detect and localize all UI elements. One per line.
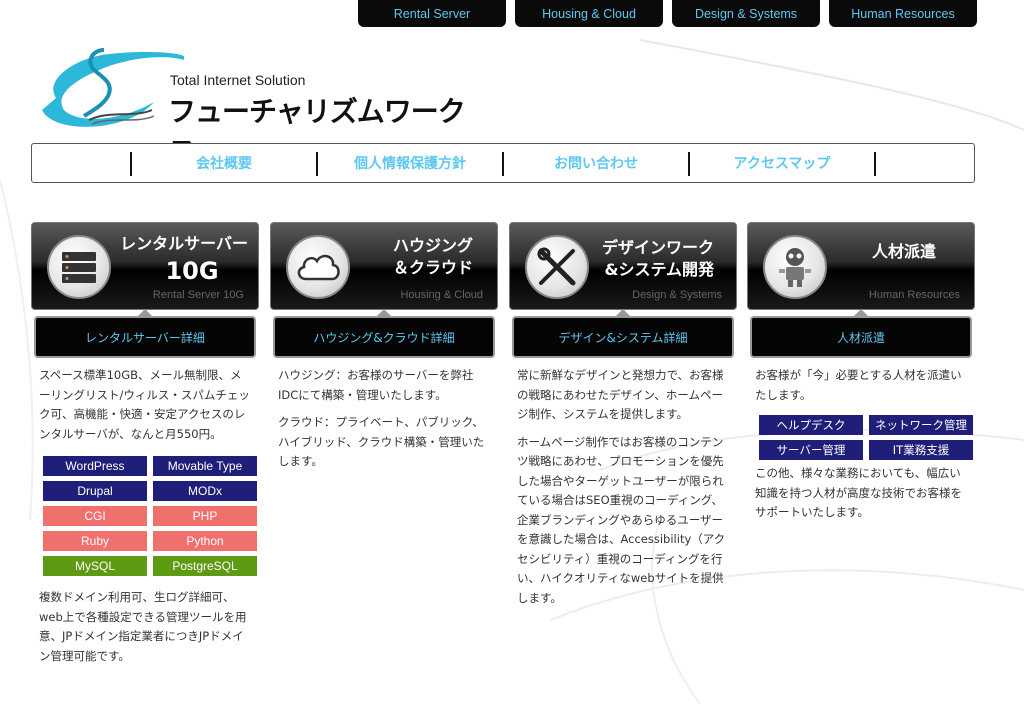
tag-movable-type: Movable Type [153, 456, 257, 476]
nav-access-map[interactable]: アクセスマップ [690, 144, 874, 182]
service-design-systems: デザインワーク &システム開発 Design & Systems デザイン&シス… [509, 222, 737, 608]
description-text: ホームページ制作ではお客様のコンテンツ戦略にあわせ、プロモーションを優先した場合… [517, 434, 726, 605]
tag-wordpress: WordPress [43, 456, 147, 476]
tag-network-management: ネットワーク管理 [869, 415, 973, 435]
description-text: スペース標準10GB、メール無制限、メーリングリスト/ウィルス・スパムチェック可… [39, 368, 250, 441]
rental-server-description: スペース標準10GB、メール無制限、メーリングリスト/ウィルス・スパムチェック可… [31, 366, 259, 444]
tag-python: Python [153, 531, 257, 551]
banner-rental-server[interactable]: レンタルサーバー 10G Rental Server 10G [31, 222, 259, 310]
description-text: 常に新鮮なデザインと発想力で、お客様の戦略にあわせたデザイン、ホームページ制作、… [517, 368, 724, 421]
tag-modx: MODx [153, 481, 257, 501]
rental-server-detail-button[interactable]: レンタルサーバー詳細 [34, 309, 256, 358]
nav-privacy-policy[interactable]: 個人情報保護方針 [318, 144, 502, 182]
banner-title-10g: 10G [165, 257, 219, 285]
description-text: お客様が「今」必要とする人材を派遣いたします。 [755, 368, 962, 402]
nav-company-profile[interactable]: 会社概要 [132, 144, 316, 182]
design-systems-description: 常に新鮮なデザインと発想力で、お客様の戦略にあわせたデザイン、ホームページ制作、… [509, 366, 737, 608]
banner-subtitle: Design & Systems [632, 289, 722, 301]
nav-contact[interactable]: お問い合わせ [504, 144, 688, 182]
service-area-tags: ヘルプデスク ネットワーク管理 サーバー管理 IT業務支援 [747, 415, 975, 460]
description-text: 複数ドメイン利用可、生ログ詳細可、web上で各種設定できる管理ツールを用意、JP… [39, 590, 247, 663]
tab-design-systems[interactable]: Design & Systems [672, 0, 820, 27]
human-resources-detail-button[interactable]: 人材派遣 [750, 309, 972, 358]
description-text: この他、様々な業務においても、幅広い知識を持つ人材が高度な技術でお客様をサポート… [755, 466, 962, 519]
banner-subtitle: Human Resources [868, 289, 960, 301]
description-text: クラウド：プライベート、パブリック、ハイブリッド、クラウド構築・管理いたします。 [278, 415, 485, 468]
banner-subtitle: Rental Server 10G [152, 289, 244, 301]
tag-server-management: サーバー管理 [759, 440, 863, 460]
server-rack-icon [47, 235, 111, 299]
service-housing-cloud: ハウジング ＆クラウド Housing & Cloud ハウジング&クラウド詳細… [270, 222, 498, 472]
banner-title: ハウジング ＆クラウド [392, 236, 473, 277]
design-systems-detail-button[interactable]: デザイン&システム詳細 [512, 309, 734, 358]
service-human-resources: 人材派遣 Human Resources 人材派遣 お客様が「今」必要とする人材… [747, 222, 975, 523]
tag-php: PHP [153, 506, 257, 526]
tag-it-support: IT業務支援 [869, 440, 973, 460]
banner-housing-cloud[interactable]: ハウジング ＆クラウド Housing & Cloud [270, 222, 498, 310]
top-tab-bar: Rental Server Housing & Cloud Design & S… [358, 0, 977, 27]
supported-software-tags: WordPress Movable Type Drupal MODx CGI P… [31, 456, 259, 576]
tag-cgi: CGI [43, 506, 147, 526]
description-text: ハウジング：お客様のサーバーを弊社IDCにて構築・管理いたします。 [278, 368, 474, 402]
main-nav: 会社概要 個人情報保護方針 お問い合わせ アクセスマップ [31, 143, 975, 183]
tools-icon [525, 235, 589, 299]
human-resources-description-2: この他、様々な業務においても、幅広い知識を持つ人材が高度な技術でお客様をサポート… [747, 464, 975, 523]
banner-title: デザインワーク &システム開発 [601, 238, 714, 279]
logo-tagline: Total Internet Solution [170, 72, 306, 88]
housing-cloud-description: ハウジング：お客様のサーバーを弊社IDCにて構築・管理いたします。 クラウド：プ… [270, 366, 498, 472]
human-resources-description: お客様が「今」必要とする人材を派遣いたします。 [747, 366, 975, 405]
banner-title: レンタルサーバー [120, 234, 248, 253]
robot-icon [763, 235, 827, 299]
banner-design-systems[interactable]: デザインワーク &システム開発 Design & Systems [509, 222, 737, 310]
tab-housing-cloud[interactable]: Housing & Cloud [515, 0, 663, 27]
tag-mysql: MySQL [43, 556, 147, 576]
tag-ruby: Ruby [43, 531, 147, 551]
nav-divider [874, 152, 876, 176]
tab-human-resources[interactable]: Human Resources [829, 0, 977, 27]
tab-rental-server[interactable]: Rental Server [358, 0, 506, 27]
tag-drupal: Drupal [43, 481, 147, 501]
housing-cloud-detail-button[interactable]: ハウジング&クラウド詳細 [273, 309, 495, 358]
site-logo[interactable]: Total Internet Solution フューチャリズムワークス [34, 40, 474, 168]
logo-mark-icon [42, 48, 184, 127]
tag-postgresql: PostgreSQL [153, 556, 257, 576]
banner-title: 人材派遣 [871, 242, 936, 261]
service-rental-server: レンタルサーバー 10G Rental Server 10G レンタルサーバー詳… [31, 222, 259, 666]
rental-server-description-2: 複数ドメイン利用可、生ログ詳細可、web上で各種設定できる管理ツールを用意、JP… [31, 588, 259, 666]
cloud-icon [286, 235, 350, 299]
banner-human-resources[interactable]: 人材派遣 Human Resources [747, 222, 975, 310]
banner-subtitle: Housing & Cloud [400, 289, 483, 301]
tag-helpdesk: ヘルプデスク [759, 415, 863, 435]
